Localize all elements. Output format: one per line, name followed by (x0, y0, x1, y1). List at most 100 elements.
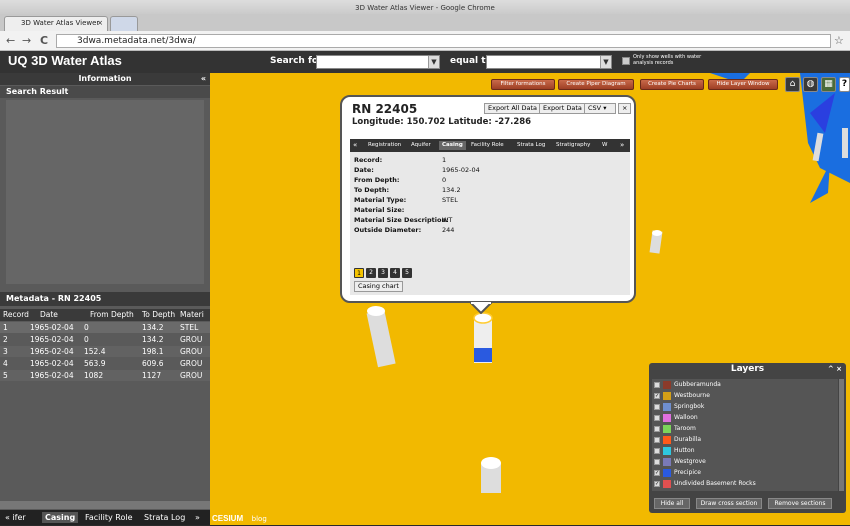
create-pie-charts-button[interactable]: Create Pie Charts (640, 79, 704, 90)
field-label: Material Type: (354, 196, 407, 204)
cell-date: 1965-02-04 (30, 347, 74, 356)
layer-name: Precipice (674, 469, 701, 476)
layer-checkbox[interactable]: ✓ (654, 470, 660, 476)
cell-to-depth: 134.2 (142, 335, 164, 344)
address-bar[interactable]: 3dwa.metadata.net/3dwa/ (56, 34, 831, 48)
help-icon[interactable]: ? (839, 77, 850, 92)
tab-next-icon[interactable]: » (620, 141, 624, 150)
filter-formations-button[interactable]: Filter formations (491, 79, 555, 90)
layer-swatch (663, 392, 671, 400)
tab-facility-role[interactable]: Facility Role (471, 141, 504, 150)
layer-checkbox[interactable]: ✓ (654, 481, 660, 487)
cell-from-depth: 1082 (84, 371, 104, 380)
water-analysis-checkbox[interactable] (622, 57, 630, 65)
field-label: Record: (354, 156, 383, 164)
column-header[interactable]: Record (3, 309, 29, 320)
layer-checkbox[interactable] (654, 426, 660, 432)
close-icon[interactable]: × (618, 103, 632, 114)
draw-cross-section-button[interactable]: Draw cross section (696, 498, 762, 509)
forward-icon[interactable]: → (22, 34, 31, 48)
remove-sections-button[interactable]: Remove sections (768, 498, 832, 509)
cell-from-depth: 0 (84, 335, 89, 344)
tab-close-icon[interactable]: × (97, 17, 103, 30)
layer-checkbox[interactable] (654, 382, 660, 388)
tab-strata-log[interactable]: Strata Log (141, 512, 188, 523)
cell-from-depth: 152.4 (84, 347, 106, 356)
layer-scrollbar[interactable] (839, 379, 844, 491)
hide-all-button[interactable]: Hide all (654, 498, 690, 509)
tab-casing[interactable]: Casing (439, 141, 466, 150)
chevron-down-icon: ▼ (428, 56, 439, 68)
tab-registration[interactable]: Registration (368, 141, 401, 150)
well-marker[interactable] (481, 457, 501, 493)
hide-layer-window-button[interactable]: Hide Layer Window (708, 79, 778, 90)
tab-next[interactable]: » (192, 512, 203, 523)
tab-strata-log[interactable]: Strata Log (517, 141, 545, 150)
layer-checkbox[interactable]: ✓ (654, 393, 660, 399)
column-header[interactable]: Date (40, 309, 58, 320)
format-select[interactable]: CSV ▾ (584, 103, 616, 114)
cell-to-depth: 198.1 (142, 347, 164, 356)
table-row[interactable]: 5 1965-02-04 1082 1127 GROU (0, 370, 210, 381)
table-row[interactable]: 3 1965-02-04 152.4 198.1 GROU (0, 346, 210, 357)
layer-name: Hutton (674, 447, 695, 454)
layer-checkbox[interactable] (654, 404, 660, 410)
layers-title: Layers (730, 364, 765, 374)
create-piper-diagram-button[interactable]: Create Piper Diagram (558, 79, 634, 90)
cell-record: 4 (3, 359, 8, 368)
cell-from-depth: 563.9 (84, 359, 106, 368)
back-icon[interactable]: ← (6, 34, 15, 48)
export-data-button[interactable]: Export Data (539, 103, 586, 114)
tab-title: 3D Water Atlas Viewer (21, 19, 100, 27)
casing-chart-button[interactable]: Casing chart (354, 281, 403, 292)
base-layer-icon[interactable]: ▦ (821, 77, 836, 92)
page-button[interactable]: 3 (378, 268, 388, 278)
field-value: 134.2 (442, 186, 461, 194)
cell-record: 1 (3, 323, 8, 332)
search-field-select[interactable]: ▼ (316, 55, 440, 69)
table-row[interactable]: 4 1965-02-04 563.9 609.6 GROU (0, 358, 210, 369)
globe-icon[interactable]: ◍ (803, 77, 818, 92)
search-result-list[interactable] (6, 100, 204, 284)
home-icon[interactable]: ⌂ (785, 77, 800, 92)
field-label: Date: (354, 166, 374, 174)
column-header[interactable]: To Depth (142, 309, 175, 320)
layer-checkbox[interactable] (654, 437, 660, 443)
collapse-icon[interactable]: « (201, 73, 206, 85)
export-all-data-button[interactable]: Export All Data (484, 103, 541, 114)
layers-window-controls[interactable]: ^ × (828, 363, 842, 376)
tab-casing[interactable]: Casing (42, 512, 79, 523)
layer-checkbox[interactable] (654, 415, 660, 421)
blog-link[interactable]: blog (252, 515, 267, 523)
cell-date: 1965-02-04 (30, 323, 74, 332)
tab-prev[interactable]: « ifer (2, 512, 29, 523)
cesium-logo[interactable]: CESIUM (212, 514, 243, 523)
page-button[interactable]: 1 (354, 268, 364, 278)
table-row[interactable]: 1 1965-02-04 0 134.2 STEL (0, 322, 210, 333)
table-row[interactable]: 2 1965-02-04 0 134.2 GROU (0, 334, 210, 345)
browser-tab[interactable]: 3D Water Atlas Viewer × (4, 16, 108, 31)
reload-icon[interactable]: C (40, 34, 48, 48)
well-marker-selected[interactable] (473, 312, 493, 363)
horizontal-scrollbar[interactable] (0, 501, 210, 509)
tab-aquifer[interactable]: Aquifer (411, 141, 431, 150)
search-value-select[interactable]: ▼ (486, 55, 612, 69)
field-value: WT (442, 216, 453, 224)
page-button[interactable]: 2 (366, 268, 376, 278)
page-button[interactable]: 5 (402, 268, 412, 278)
column-header[interactable]: From Depth (90, 309, 134, 320)
tab-stratigraphy[interactable]: Stratigraphy (556, 141, 590, 150)
column-header[interactable]: Materi (180, 309, 204, 320)
layer-checkbox[interactable] (654, 448, 660, 454)
tab-facility-role[interactable]: Facility Role (82, 512, 136, 523)
new-tab-button[interactable] (110, 16, 138, 31)
information-header: Information « (0, 73, 210, 85)
tab-prev-icon[interactable]: « (353, 141, 357, 150)
tab-strip: 3D Water Atlas Viewer × (0, 14, 850, 31)
tab-more[interactable]: W (602, 141, 607, 150)
well-marker[interactable] (842, 128, 848, 158)
cell-material: GROU (180, 371, 203, 380)
page-button[interactable]: 4 (390, 268, 400, 278)
layer-checkbox[interactable] (654, 459, 660, 465)
bookmark-star-icon[interactable]: ☆ (834, 34, 844, 48)
